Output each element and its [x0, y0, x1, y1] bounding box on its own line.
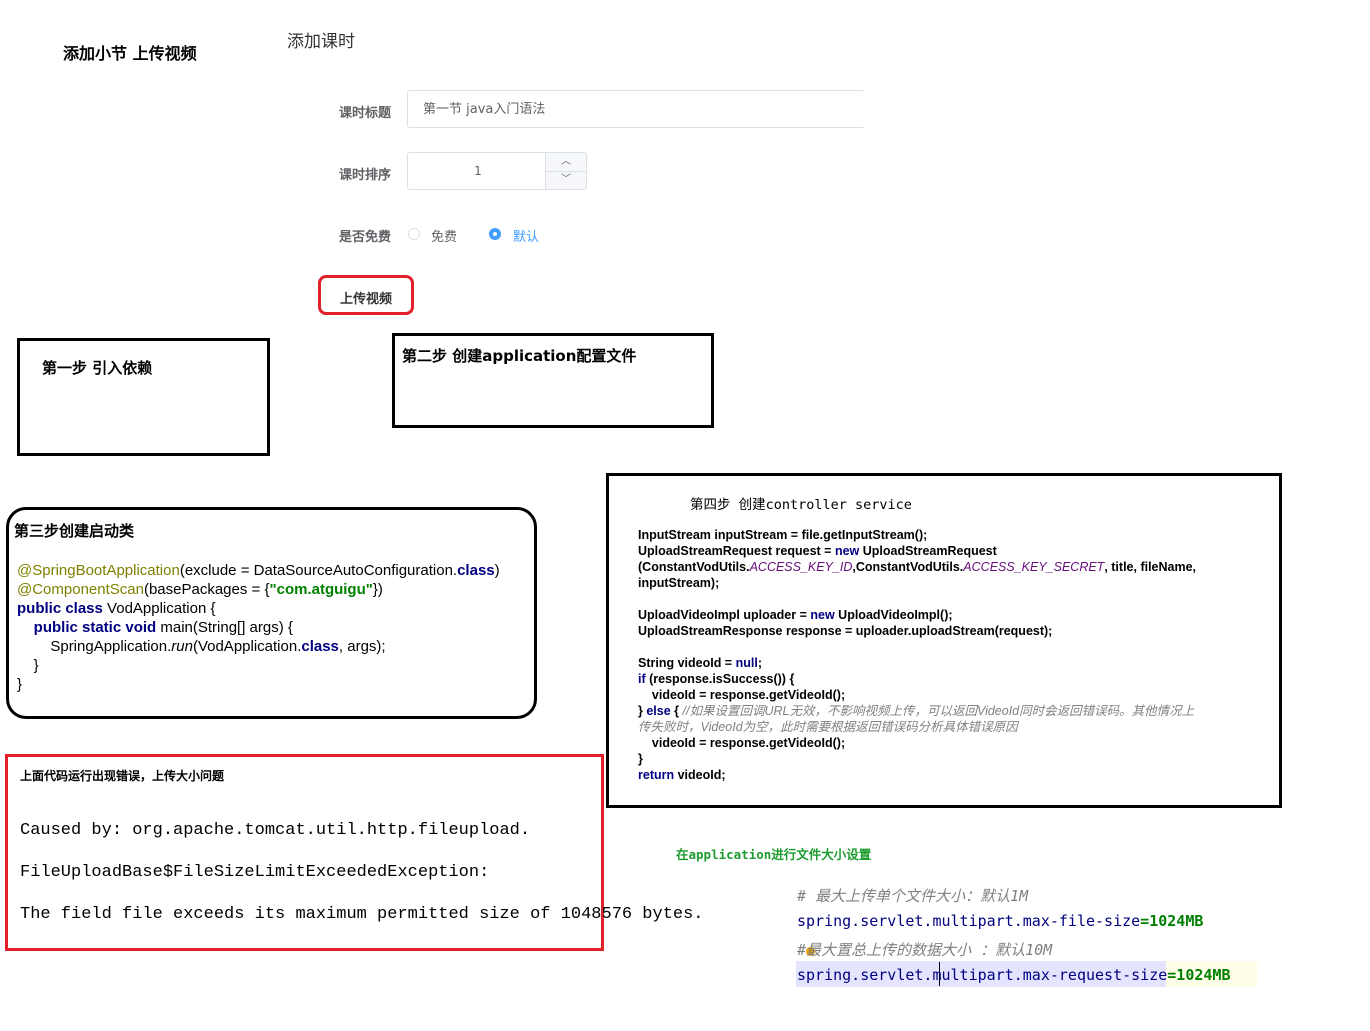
property-key: spring.servlet.multipart.max-request-siz… — [797, 966, 1168, 984]
code-token: return — [638, 768, 678, 782]
step2-title: 第二步 创建application配置文件 — [402, 347, 637, 365]
code-token: (ConstantVodUtils. — [638, 560, 750, 574]
code-token: , args); — [338, 638, 386, 655]
lesson-sort-value[interactable]: 1 — [408, 153, 548, 189]
step1-box: 第一步 引入依赖 — [17, 338, 270, 456]
radio-default-label[interactable]: 默认 — [513, 226, 539, 245]
code-token: public static void — [33, 619, 161, 636]
step3-code: @SpringBootApplication(exclude = DataSou… — [17, 561, 500, 694]
chevron-down-icon[interactable]: ﹀ — [546, 171, 586, 189]
step3-title: 第三步创建启动类 — [14, 522, 135, 540]
error-line-1: Caused by: org.apache.tomcat.util.http.f… — [20, 821, 531, 840]
code-token: ,ConstantVodUtils. — [852, 560, 964, 574]
upload-video-button[interactable]: 上传视频 — [340, 288, 392, 307]
code-token: class — [301, 638, 339, 655]
code-token: new — [810, 608, 839, 622]
radio-free[interactable] — [408, 228, 420, 240]
is-free-label: 是否免费 — [339, 230, 392, 245]
radio-free-label[interactable]: 免费 — [431, 226, 457, 245]
config-comment-1: # 最大上传单个文件大小：默认1M — [797, 887, 1029, 905]
code-token: InputStream inputStream = file.getInputS… — [638, 528, 928, 542]
code-token: ACCESS_KEY_ID — [749, 560, 853, 574]
code-token: ACCESS_KEY_SECRET — [963, 560, 1105, 574]
property-value: =1024MB — [1167, 966, 1231, 984]
code-token: UploadStreamRequest — [862, 544, 997, 558]
code-token: (response.isSuccess()) { — [649, 672, 795, 686]
code-token: videoId = response.getVideoId(); — [651, 688, 846, 702]
config-comment-2: #最大置总上传的数据大小 ：默认10M — [797, 941, 1053, 959]
step2-box: 第二步 创建application配置文件 — [392, 333, 714, 428]
code-token: (basePackages = { — [143, 581, 270, 598]
code-token: VodApplication { — [107, 600, 216, 617]
code-token: 传失败时，VideoId为空，此时需要根据返回错误码分析具体错误原因 — [638, 720, 1018, 734]
code-token: new — [834, 544, 863, 558]
code-token: class — [457, 562, 495, 579]
code-token: //如果设置回调URL无效，不影响视频上传，可以返回VideoId同时会返回错误… — [682, 704, 1195, 718]
code-token: { — [674, 704, 683, 718]
code-token: , title, fileName, — [1104, 560, 1197, 574]
page-title: 添加小节 上传视频 — [63, 44, 197, 63]
code-token: ) — [494, 562, 500, 579]
stepper-controls: ︿ ﹀ — [545, 153, 586, 189]
code-token: } — [638, 752, 643, 766]
code-token: inputStream); — [638, 576, 720, 590]
error-line-3: The field file exceeds its maximum permi… — [20, 905, 704, 924]
config-line-2[interactable]: spring.servlet.multipart.max-request-siz… — [797, 966, 1230, 984]
code-token: @ComponentScan — [17, 581, 144, 598]
code-token: null — [735, 656, 758, 670]
code-token: if — [638, 672, 650, 686]
step3-box: 第三步创建启动类 @SpringBootApplication(exclude … — [6, 507, 537, 719]
code-token: }) — [372, 581, 383, 598]
step4-code: InputStream inputStream = file.getInputS… — [638, 527, 1196, 783]
lesson-title-label: 课时标题 — [339, 106, 392, 121]
code-token: } — [33, 657, 39, 674]
code-token: UploadStreamResponse response = uploader… — [638, 624, 1053, 638]
code-token: (VodApplication. — [192, 638, 302, 655]
error-title: 上面代码运行出现错误，上传大小问题 — [20, 769, 225, 783]
error-line-2: FileUploadBase$FileSizeLimitExceededExce… — [20, 863, 490, 882]
code-token: videoId = response.getVideoId(); — [651, 736, 846, 750]
property-value: =1024MB — [1140, 912, 1204, 930]
code-token: else — [646, 704, 675, 718]
config-line-1[interactable]: spring.servlet.multipart.max-file-size=1… — [797, 912, 1203, 930]
lesson-sort-stepper[interactable]: 1 ︿ ﹀ — [407, 152, 587, 190]
lesson-title-input[interactable]: 第一节 java入门语法 — [407, 90, 865, 128]
code-token: UploadStreamRequest request = — [638, 544, 835, 558]
code-token: ; — [757, 656, 762, 670]
code-token: String videoId = — [638, 656, 736, 670]
code-token: UploadVideoImpl uploader = — [638, 608, 811, 622]
lesson-sort-label: 课时排序 — [339, 168, 392, 183]
code-token: @SpringBootApplication — [17, 562, 180, 579]
code-token: (exclude = DataSourceAutoConfiguration. — [179, 562, 458, 579]
code-token: videoId; — [677, 768, 726, 782]
config-note: 在application进行文件大小设置 — [676, 847, 872, 862]
code-token: SpringApplication. — [50, 638, 172, 655]
code-token: main(String[] args) { — [160, 619, 293, 636]
code-token: } — [17, 676, 23, 693]
step4-title: 第四步 创建controller service — [690, 497, 912, 513]
code-token: public class — [17, 600, 108, 617]
code-token: "com.atguigu" — [269, 581, 373, 598]
code-token: run — [171, 638, 193, 655]
property-key: spring.servlet.multipart.max-file-size — [797, 912, 1141, 930]
chevron-up-icon[interactable]: ︿ — [546, 153, 586, 172]
form-heading: 添加课时 — [287, 32, 355, 52]
step4-box: 第四步 创建controller service InputStream inp… — [606, 473, 1282, 808]
radio-default[interactable] — [489, 228, 501, 240]
step1-title: 第一步 引入依赖 — [42, 359, 153, 377]
code-token: UploadVideoImpl(); — [838, 608, 953, 622]
